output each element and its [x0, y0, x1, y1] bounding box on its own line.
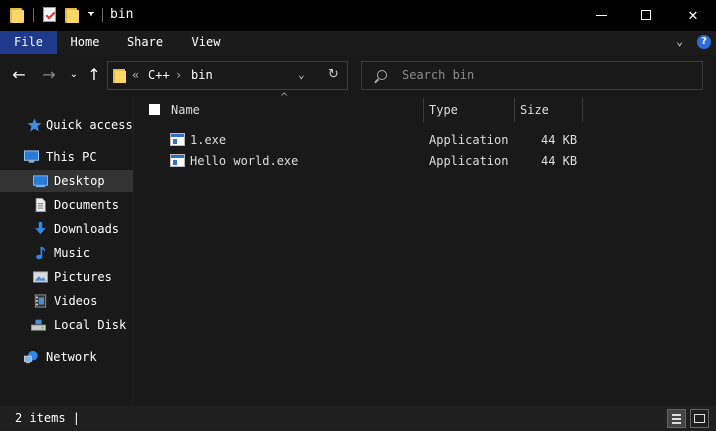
close-button[interactable]: ✕	[670, 0, 716, 31]
toolbar-separator	[102, 8, 103, 22]
sidebar-item-this-pc[interactable]: This PC	[0, 146, 134, 168]
help-icon[interactable]: ?	[697, 35, 711, 49]
sidebar-item-documents[interactable]: Documents	[0, 194, 134, 216]
item-count: 2 items |	[15, 411, 81, 425]
column-header-name[interactable]: Name	[171, 103, 200, 117]
tab-file[interactable]: File	[0, 31, 57, 54]
file-type: Application	[429, 133, 509, 147]
tab-share[interactable]: Share	[121, 31, 169, 54]
address-dropdown-icon[interactable]: ⌄	[298, 68, 305, 81]
minimize-button[interactable]	[579, 0, 625, 31]
navigation-bar: ← → ⌄ ↑ « C++ › bin ⌄ ↻ Search bin	[0, 54, 716, 96]
sidebar-item-desktop[interactable]: Desktop	[0, 170, 134, 192]
tab-view[interactable]: View	[183, 31, 229, 54]
folder-icon	[113, 68, 127, 84]
desktop-icon	[33, 175, 48, 188]
window-title: bin	[110, 7, 134, 22]
table-row[interactable]: 1.exe Application 44 KB	[134, 130, 716, 150]
file-name: 1.exe	[190, 133, 227, 147]
column-resize-handle[interactable]	[514, 98, 515, 122]
music-icon	[36, 246, 46, 260]
sidebar-item-pictures[interactable]: Pictures	[0, 266, 134, 288]
application-icon	[170, 133, 185, 146]
ribbon: File Home Share View ⌄ ?	[0, 31, 716, 54]
breadcrumb-bin[interactable]: bin	[191, 68, 213, 82]
address-bar[interactable]: « C++ › bin ⌄ ↻	[107, 61, 348, 90]
sidebar-item-label: Desktop	[54, 174, 105, 188]
column-headers: Name Type Size	[134, 98, 716, 122]
computer-icon	[24, 150, 39, 163]
recent-locations-icon[interactable]: ⌄	[64, 65, 84, 85]
search-box[interactable]: Search bin	[361, 61, 703, 90]
star-icon	[27, 118, 42, 132]
network-icon	[24, 350, 38, 364]
sidebar-item-label: Local Disk	[54, 318, 127, 332]
sidebar-item-label: Music	[54, 246, 91, 260]
application-icon	[170, 154, 185, 167]
large-icons-view-button[interactable]	[690, 409, 709, 428]
breadcrumb-cpp[interactable]: C++	[148, 68, 170, 82]
sidebar-item-music[interactable]: Music	[0, 242, 134, 264]
sidebar-item-label: Videos	[54, 294, 98, 308]
tab-home[interactable]: Home	[63, 31, 107, 54]
file-type: Application	[429, 154, 509, 168]
breadcrumb-overflow[interactable]: «	[132, 68, 139, 82]
pictures-icon	[33, 271, 48, 283]
column-resize-handle[interactable]	[582, 98, 583, 122]
forward-button[interactable]: →	[39, 65, 59, 85]
search-input[interactable]: Search bin	[402, 68, 474, 82]
file-size: 44 KB	[541, 133, 578, 147]
navigation-pane: Quick access This PC Desktop Documents D…	[0, 96, 134, 406]
file-name: Hello world.exe	[190, 154, 299, 168]
table-row[interactable]: Hello world.exe Application 44 KB	[134, 151, 716, 171]
drive-icon	[31, 319, 46, 331]
sidebar-item-videos[interactable]: Videos	[0, 290, 134, 312]
select-all-checkbox[interactable]	[149, 104, 160, 115]
sidebar-item-label: Network	[46, 350, 97, 364]
maximize-button[interactable]	[624, 0, 670, 31]
sidebar-item-label: Pictures	[54, 270, 112, 284]
customize-dropdown-icon[interactable]: ▾	[86, 8, 96, 22]
sidebar-item-label: Downloads	[54, 222, 120, 236]
sidebar-item-downloads[interactable]: Downloads	[0, 218, 134, 240]
videos-icon	[34, 294, 47, 308]
file-list: ^ Name Type Size 1.exe Application 44 KB…	[134, 92, 716, 406]
sidebar-item-quick-access[interactable]: Quick access	[0, 114, 134, 136]
sidebar-item-label: Documents	[54, 198, 120, 212]
sidebar-item-local-disk[interactable]: Local Disk	[0, 314, 134, 336]
documents-icon	[35, 198, 46, 212]
column-resize-handle[interactable]	[423, 98, 424, 122]
breadcrumb-separator[interactable]: ›	[175, 68, 182, 82]
column-header-size[interactable]: Size	[520, 103, 549, 117]
file-size: 44 KB	[541, 154, 578, 168]
folder-icon[interactable]	[10, 7, 24, 23]
up-button[interactable]: ↑	[84, 65, 104, 85]
downloads-icon	[35, 222, 46, 235]
back-button[interactable]: ←	[9, 65, 29, 85]
sidebar-item-label: This PC	[46, 150, 97, 164]
toolbar-separator	[33, 8, 34, 22]
details-view-button[interactable]	[667, 409, 686, 428]
ribbon-expand-icon[interactable]: ⌄	[676, 34, 683, 48]
sidebar-item-label: Quick access	[46, 118, 133, 132]
title-bar: ▾ bin ✕	[0, 0, 716, 31]
status-bar: 2 items |	[0, 406, 716, 431]
sidebar-item-network[interactable]: Network	[0, 346, 134, 368]
column-header-type[interactable]: Type	[429, 103, 458, 117]
search-icon	[377, 70, 387, 80]
new-folder-icon[interactable]	[65, 7, 79, 23]
refresh-icon[interactable]: ↻	[328, 67, 339, 82]
properties-icon[interactable]	[43, 7, 56, 22]
